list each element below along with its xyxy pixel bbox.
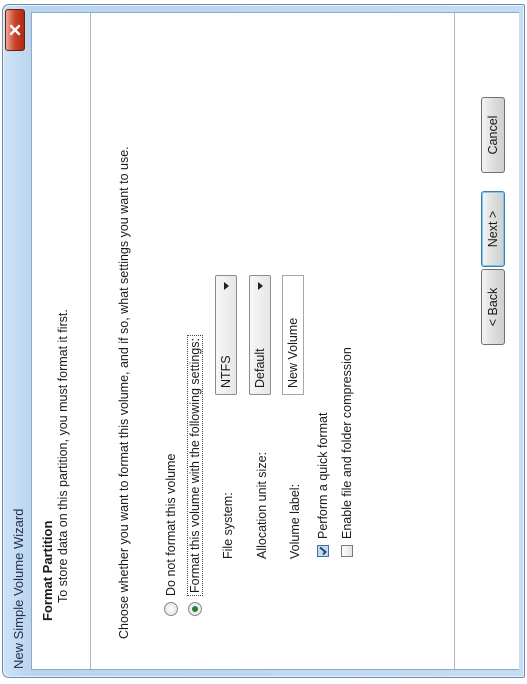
cancel-button-label: Cancel bbox=[486, 115, 500, 155]
volume-label-input[interactable]: New Volume bbox=[282, 275, 304, 395]
instruction-text: Choose whether you want to format this v… bbox=[117, 146, 131, 639]
radio-button-format[interactable] bbox=[188, 602, 202, 616]
file-system-value: NTFS bbox=[219, 355, 233, 388]
radio-button-no-format[interactable] bbox=[164, 602, 178, 616]
volume-label-label: Volume label: bbox=[288, 483, 302, 559]
allocation-unit-select[interactable]: Default bbox=[249, 275, 271, 395]
back-button[interactable]: < Back bbox=[481, 269, 505, 345]
radio-do-not-format[interactable]: Do not format this volume bbox=[164, 454, 178, 616]
compression-checkbox-row[interactable]: Enable file and folder compression bbox=[340, 347, 354, 557]
compression-checkbox[interactable] bbox=[341, 545, 353, 557]
quick-format-checkbox-row[interactable]: Perform a quick format bbox=[316, 413, 330, 557]
wizard-window: New Simple Volume Wizard Format Partitio… bbox=[2, 4, 525, 678]
next-button[interactable]: Next > bbox=[481, 191, 505, 267]
wizard-body: Choose whether you want to format this v… bbox=[91, 13, 454, 669]
allocation-unit-label: Allocation unit size: bbox=[255, 451, 269, 559]
wizard-footer: < Back Next > Cancel bbox=[454, 13, 519, 669]
radio-format-volume[interactable]: Format this volume with the following se… bbox=[187, 335, 203, 616]
window-title: New Simple Volume Wizard bbox=[11, 508, 26, 669]
rotated-canvas: New Simple Volume Wizard Format Partitio… bbox=[0, 0, 527, 684]
wizard-header: Format Partition To store data on this p… bbox=[32, 13, 91, 669]
page-subtitle: To store data on this partition, you mus… bbox=[56, 309, 70, 603]
compression-label: Enable file and folder compression bbox=[340, 347, 354, 539]
file-system-select[interactable]: NTFS bbox=[215, 275, 237, 395]
close-button[interactable] bbox=[5, 9, 25, 51]
quick-format-label: Perform a quick format bbox=[316, 412, 330, 539]
file-system-label: File system: bbox=[221, 492, 235, 559]
quick-format-checkbox[interactable] bbox=[317, 545, 329, 557]
back-button-label: < Back bbox=[486, 287, 500, 327]
wizard-client-area: Format Partition To store data on this p… bbox=[31, 12, 519, 670]
cancel-button[interactable]: Cancel bbox=[481, 97, 505, 173]
checkmark-icon bbox=[319, 546, 327, 556]
allocation-unit-value: Default bbox=[253, 348, 267, 388]
close-icon bbox=[9, 24, 21, 36]
chevron-down-icon bbox=[224, 282, 229, 290]
next-button-label: Next > bbox=[486, 210, 500, 248]
page-title: Format Partition bbox=[40, 520, 55, 621]
radio-label-format: Format this volume with the following se… bbox=[187, 335, 203, 596]
chevron-down-icon bbox=[258, 282, 263, 290]
radio-label-no-format: Do not format this volume bbox=[164, 453, 178, 596]
